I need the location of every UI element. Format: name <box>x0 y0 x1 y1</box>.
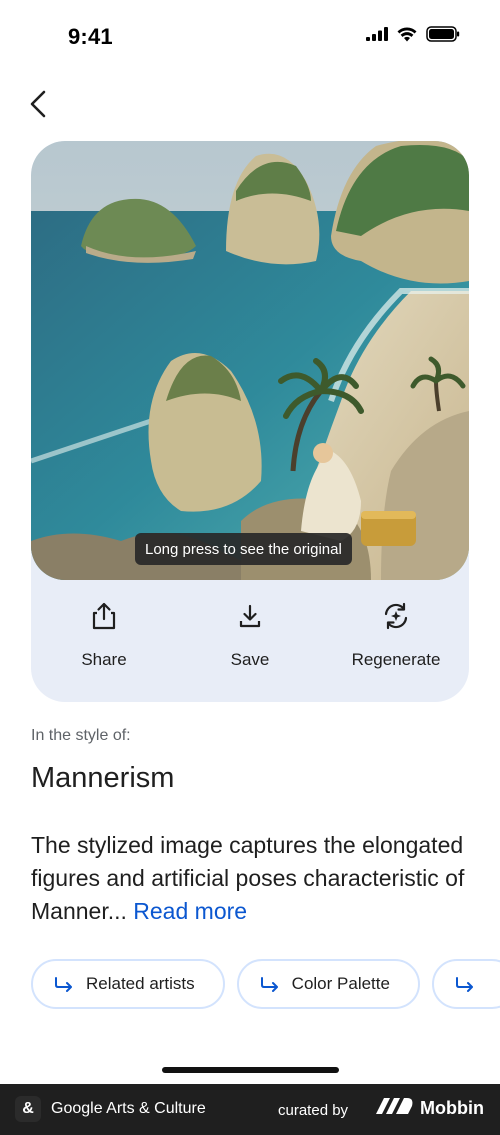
home-indicator <box>162 1067 339 1073</box>
chip-more[interactable] <box>431 959 500 1009</box>
style-name: Mannerism <box>31 762 175 794</box>
regenerate-button[interactable]: Regenerate <box>323 601 469 670</box>
status-time: 9:41 <box>68 24 113 49</box>
download-icon <box>235 601 265 631</box>
read-more-link[interactable]: Read more <box>133 898 247 924</box>
stylized-image[interactable]: Long press to see the original <box>31 141 469 580</box>
back-button[interactable] <box>22 88 54 124</box>
result-card: Long press to see the original Share Sav… <box>31 141 469 702</box>
footer-app: & Google Arts & Culture <box>15 1096 206 1122</box>
wifi-icon <box>397 26 417 47</box>
style-description-text: The stylized image captures the elongate… <box>31 832 465 924</box>
save-label: Save <box>230 650 270 669</box>
app-logo-icon: & <box>15 1096 41 1122</box>
regenerate-icon <box>381 601 411 631</box>
app-name: Google Arts & Culture <box>51 1100 206 1117</box>
forward-arrow-icon <box>53 973 75 995</box>
forward-arrow-icon <box>454 973 476 995</box>
save-button[interactable]: Save <box>177 601 323 670</box>
footer-bar: & Google Arts & Culture curated by Mobbi… <box>0 1084 500 1135</box>
status-bar: 9:41 <box>0 0 500 70</box>
battery-icon <box>426 26 460 47</box>
long-press-toast: Long press to see the original <box>135 533 352 565</box>
mobbin-logo-icon <box>376 1097 420 1120</box>
share-button[interactable]: Share <box>31 601 177 670</box>
style-caption: In the style of: <box>31 727 131 744</box>
curated-by-text: curated by <box>278 1102 349 1119</box>
style-description: The stylized image captures the elongate… <box>31 829 471 928</box>
chip-label: Color Palette <box>291 974 390 993</box>
chip-related-artists[interactable]: Related artists <box>31 959 225 1009</box>
forward-arrow-icon <box>259 973 281 995</box>
action-bar: Share Save Regenerate <box>31 601 469 670</box>
signal-icon <box>366 27 388 46</box>
status-icons <box>366 26 460 47</box>
share-icon <box>89 601 119 631</box>
regenerate-label: Regenerate <box>351 650 441 669</box>
share-label: Share <box>81 650 127 669</box>
brand-name: Mobbin <box>420 1098 484 1118</box>
chip-row: Related artists Color Palette <box>31 959 500 1011</box>
chip-color-palette[interactable]: Color Palette <box>236 959 420 1009</box>
chip-label: Related artists <box>86 974 195 993</box>
chevron-left-icon <box>29 90 47 123</box>
brand: Mobbin <box>376 1097 484 1120</box>
